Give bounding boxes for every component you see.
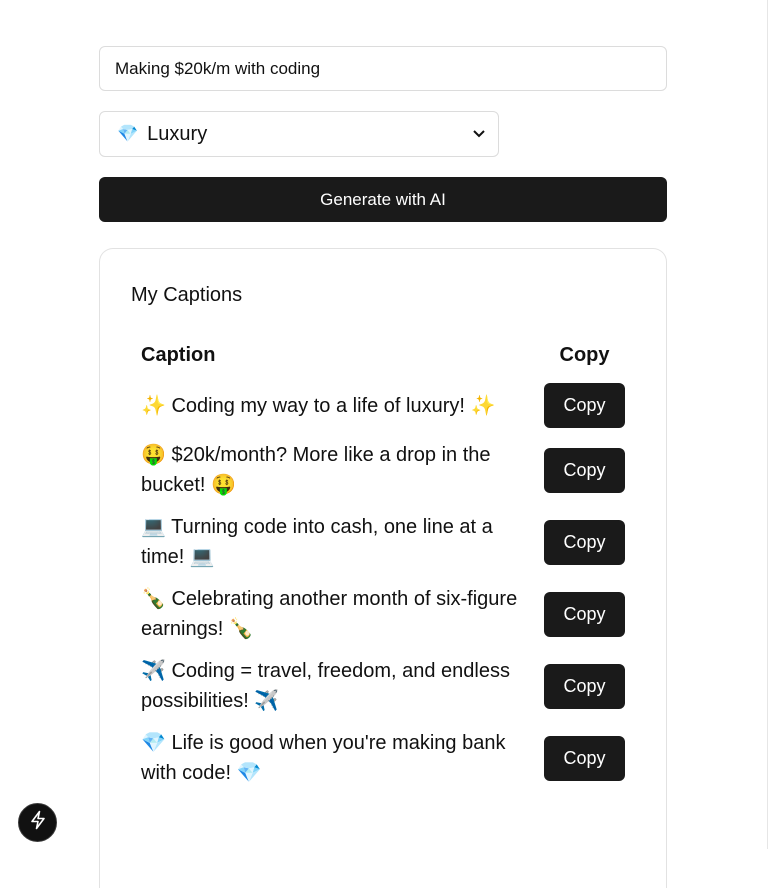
copy-button[interactable]: Copy (544, 591, 625, 637)
copy-cell: Copy (534, 650, 635, 722)
table-row: 💻 Turning code into cash, one line at a … (131, 506, 635, 578)
copy-cell: Copy (534, 377, 635, 434)
table-row: ✨ Coding my way to a life of luxury! ✨ C… (131, 377, 635, 434)
copy-button[interactable]: Copy (544, 735, 625, 781)
style-select-label: Luxury (147, 122, 208, 145)
caption-text: ✈️ Coding = travel, freedom, and endless… (141, 660, 510, 712)
devtools-button[interactable] (18, 803, 57, 842)
caption-text: 🍾 Celebrating another month of six-figur… (141, 588, 518, 640)
table-row: 🍾 Celebrating another month of six-figur… (131, 578, 635, 650)
copy-cell: Copy (534, 434, 635, 506)
copy-cell: Copy (534, 506, 635, 578)
card-title: My Captions (131, 284, 243, 306)
chevron-down-icon (472, 127, 486, 141)
copy-button[interactable]: Copy (544, 519, 625, 565)
copy-cell: Copy (534, 578, 635, 650)
caption-text: 🤑 $20k/month? More like a drop in the bu… (141, 444, 491, 496)
caption-text: 💎 Life is good when you're making bank w… (141, 732, 506, 784)
gem-icon: 💎 (117, 124, 139, 143)
caption-text: ✨ Coding my way to a life of luxury! ✨ (141, 394, 496, 417)
copy-cell: Copy (534, 722, 635, 794)
style-select[interactable]: 💎 Luxury (99, 111, 499, 157)
captions-table: Caption Copy ✨ Coding my way to a life o… (131, 339, 635, 794)
copy-button[interactable]: Copy (544, 447, 625, 493)
copy-column-header: Copy (559, 344, 610, 366)
caption-text: 💻 Turning code into cash, one line at a … (141, 516, 493, 568)
table-row: 💎 Life is good when you're making bank w… (131, 722, 635, 794)
caption-column-header: Caption (141, 344, 216, 366)
copy-button[interactable]: Copy (544, 383, 625, 428)
lightning-bolt-icon (29, 810, 47, 835)
topic-input[interactable] (99, 46, 667, 91)
caption-generator: 💎 Luxury Generate with AI My Captions Ca… (99, 46, 667, 888)
generate-button[interactable]: Generate with AI (99, 177, 667, 222)
captions-card: My Captions Caption Copy ✨ Coding my way… (99, 248, 667, 888)
copy-button[interactable]: Copy (544, 663, 625, 709)
table-row: 🤑 $20k/month? More like a drop in the bu… (131, 434, 635, 506)
table-header-row: Caption Copy (131, 339, 635, 377)
style-select-value: 💎 Luxury (117, 123, 207, 146)
table-row: ✈️ Coding = travel, freedom, and endless… (131, 650, 635, 722)
